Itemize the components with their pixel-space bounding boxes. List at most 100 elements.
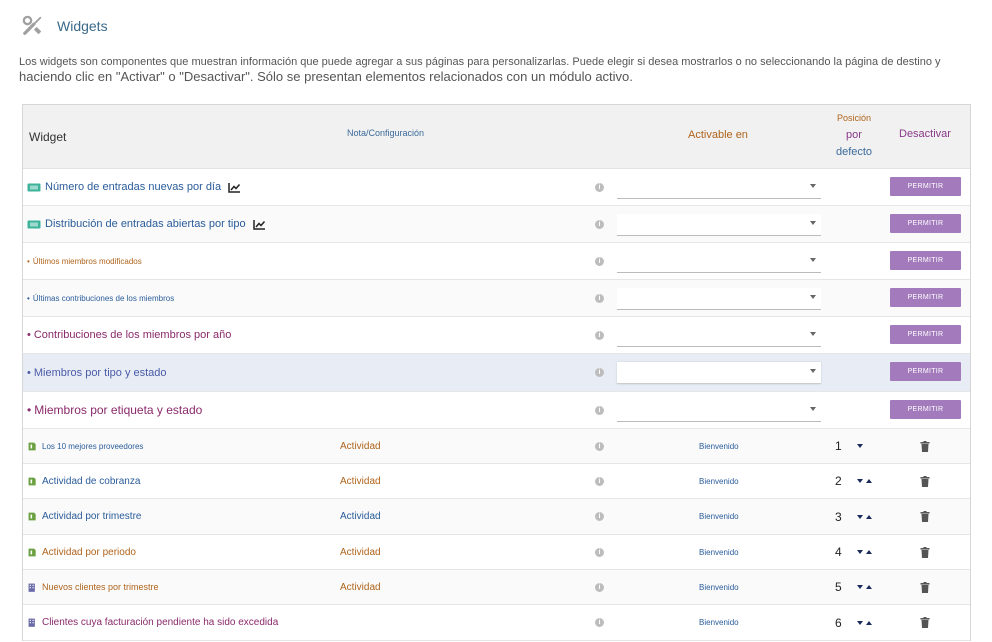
move-down-icon[interactable] [857, 479, 863, 483]
deactivate-button[interactable] [920, 605, 930, 640]
deactivate-button[interactable] [920, 499, 930, 534]
move-down-icon[interactable] [857, 550, 863, 554]
widget-label: Distribución de entradas abiertas por ti… [45, 218, 246, 230]
move-down-icon[interactable] [857, 620, 863, 625]
bullet: • [27, 366, 31, 379]
chevron-down-icon [810, 221, 816, 225]
widget-label: Últimos miembros modificados [32, 256, 142, 266]
widget-name: • Últimas contribuciones de los miembros [27, 280, 174, 316]
bullet: • [27, 329, 31, 341]
deactivate-button[interactable] [920, 570, 930, 604]
move-down-icon[interactable] [857, 444, 863, 448]
widget-nota: Actividad [340, 475, 381, 487]
chart-line-icon [252, 219, 265, 230]
activable-page: Bienvenido [699, 618, 739, 627]
trash-icon [920, 511, 930, 522]
header-desactivar: Desactivar [899, 128, 951, 140]
info-icon[interactable]: i [595, 280, 604, 316]
bullet: • [27, 256, 30, 266]
trash-icon [920, 546, 930, 558]
info-icon[interactable]: i [595, 392, 604, 428]
target-page-select[interactable] [617, 362, 821, 384]
move-up-icon[interactable] [866, 585, 872, 589]
widget-name: Clientes cuya facturación pendiente ha s… [27, 605, 278, 640]
widget-row: • Miembros por tipo y estado i PERMITIR [23, 354, 970, 392]
invoice-icon [28, 477, 36, 485]
info-icon[interactable]: i [595, 499, 604, 534]
deactivate-button[interactable] [920, 535, 930, 569]
trash-icon [920, 581, 930, 593]
activable-page: Bienvenido [699, 476, 739, 486]
widget-name: Actividad por periodo [27, 535, 136, 569]
move-up-icon[interactable] [866, 620, 872, 625]
bullet: • [27, 403, 32, 417]
invoice-icon [28, 512, 36, 521]
move-up-icon[interactable] [866, 479, 872, 483]
invoice-icon [28, 442, 36, 450]
widget-name: • Últimos miembros modificados [27, 243, 142, 279]
widget-name: Número de entradas nuevas por día [27, 169, 241, 205]
target-page-select[interactable] [617, 400, 821, 422]
widget-name: Actividad por trimestre [27, 499, 141, 534]
target-page-select[interactable] [617, 177, 821, 199]
info-icon[interactable]: i [595, 243, 604, 279]
widgets-table: Widget Nota/Configuración Activable en P… [22, 104, 971, 641]
activable-page: Bienvenido [699, 512, 739, 521]
widget-row: • Miembros por etiqueta y estado i PERMITIR [23, 392, 970, 429]
widget-row: Número de entradas nuevas por día i PERMIT… [23, 169, 970, 206]
permit-button[interactable]: PERMITIR [890, 288, 961, 307]
trash-icon [920, 440, 930, 452]
widget-name: • Miembros por tipo y estado [27, 354, 167, 391]
move-up-icon[interactable] [866, 514, 872, 519]
header-posicion-3: defecto [835, 146, 873, 158]
position-number: 5 [835, 580, 842, 594]
widget-nota: Actividad [340, 511, 381, 522]
info-icon[interactable]: i [595, 570, 604, 604]
invoice-icon [28, 548, 36, 556]
info-icon[interactable]: i [595, 206, 604, 242]
info-icon[interactable]: i [595, 605, 604, 640]
permit-button[interactable]: PERMITIR [890, 400, 961, 419]
info-icon[interactable]: i [595, 317, 604, 353]
permit-button[interactable]: PERMITIR [890, 251, 961, 270]
position-number: 1 [835, 439, 842, 453]
widget-label: Últimas contribuciones de los miembros [32, 293, 175, 303]
target-page-select[interactable] [617, 325, 821, 347]
header-posicion-2: por [846, 129, 862, 141]
move-up-icon[interactable] [866, 550, 872, 554]
info-icon[interactable]: i [595, 535, 604, 569]
active-widget-row: Actividad por trimestre Actividad i Bienven… [23, 499, 970, 535]
widget-label: Actividad por trimestre [42, 511, 142, 522]
move-down-icon[interactable] [857, 585, 863, 589]
widget-label: Número de entradas nuevas por día [45, 181, 222, 193]
widget-label: Actividad por periodo [42, 546, 136, 558]
target-page-select[interactable] [617, 288, 821, 310]
header-nota: Nota/Configuración [347, 128, 425, 138]
permit-button[interactable]: PERMITIR [890, 177, 961, 196]
active-widget-row: Actividad por periodo Actividad i Bienvenid… [23, 535, 970, 570]
position-arrows [857, 429, 863, 463]
permit-button[interactable]: PERMITIR [890, 362, 961, 381]
widget-label: Contribuciones de los miembros por año [33, 329, 232, 341]
move-down-icon[interactable] [857, 514, 863, 519]
active-widget-row: Actividad de cobranza Actividad i Bienvenid… [23, 464, 970, 499]
trash-icon [920, 617, 930, 628]
ticket-icon [27, 183, 41, 191]
activable-page: Bienvenido [699, 547, 739, 557]
deactivate-button[interactable] [920, 464, 930, 498]
target-page-select[interactable] [617, 251, 821, 273]
widget-nota: Actividad [340, 440, 381, 452]
target-page-select[interactable] [617, 214, 821, 236]
widget-label: Actividad de cobranza [42, 475, 141, 487]
position-number: 6 [835, 615, 842, 630]
info-icon[interactable]: i [595, 354, 604, 391]
info-icon[interactable]: i [595, 464, 604, 498]
chevron-down-icon [810, 184, 816, 188]
chart-line-icon [228, 182, 241, 193]
chevron-down-icon [810, 258, 816, 262]
info-icon[interactable]: i [595, 429, 604, 463]
permit-button[interactable]: PERMITIR [890, 325, 961, 344]
deactivate-button[interactable] [920, 429, 930, 463]
info-icon[interactable]: i [595, 169, 604, 205]
permit-button[interactable]: PERMITIR [890, 214, 961, 233]
